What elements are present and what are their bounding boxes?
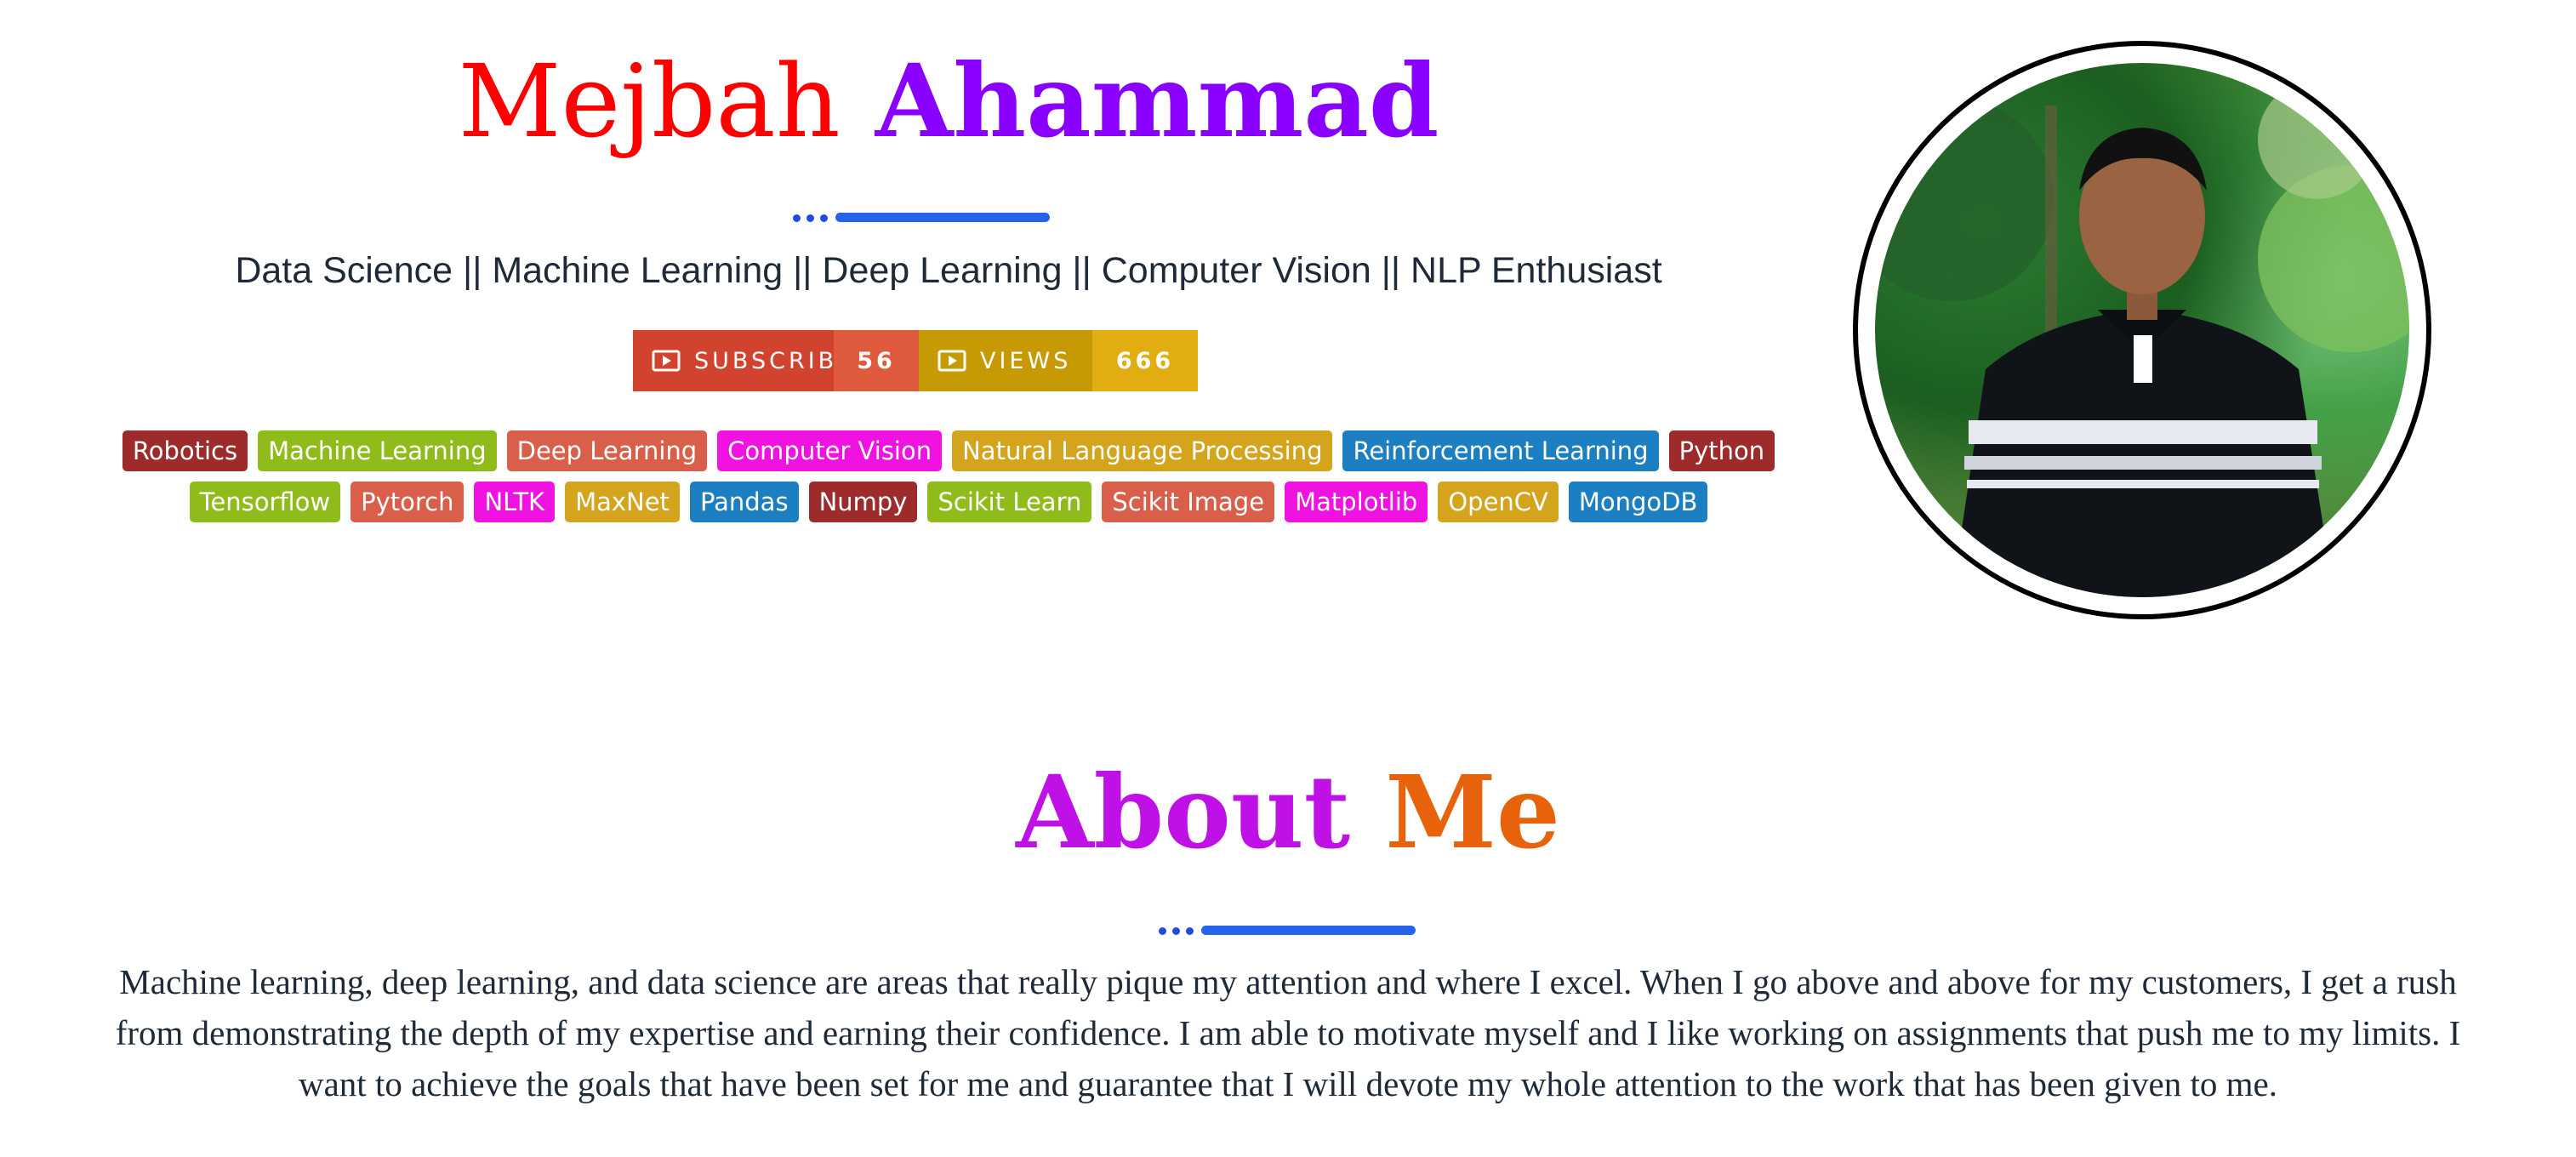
about-heading-second: Me	[1385, 753, 1560, 871]
skill-tag[interactable]: Tensorflow	[189, 482, 341, 522]
skill-tag[interactable]: Computer Vision	[717, 430, 943, 471]
skill-tag[interactable]: Reinforcement Learning	[1342, 430, 1659, 471]
skill-tag[interactable]: Pandas	[689, 482, 799, 522]
subscribe-label: SUBSCRIBE	[694, 347, 856, 374]
skill-tag[interactable]: Scikit Image	[1102, 482, 1275, 522]
person-illustration	[1875, 80, 2409, 597]
about-paragraph: Machine learning, deep learning, and dat…	[115, 962, 2461, 1103]
views-label: VIEWS	[980, 347, 1072, 374]
first-name: Mejbah	[458, 43, 841, 160]
skill-tags: Robotics Machine Learning Deep Learning Com…	[85, 430, 1812, 522]
divider-dot	[1186, 927, 1194, 935]
skill-tag[interactable]: MaxNet	[565, 482, 680, 522]
play-icon	[938, 350, 966, 372]
play-icon	[652, 350, 681, 372]
subscribe-badge[interactable]: SUBSCRIBE 56	[633, 330, 919, 391]
profile-name: Mejbah Ahammad	[0, 37, 1897, 165]
divider-dot	[793, 214, 801, 222]
about-heading-first: About	[1016, 753, 1351, 871]
tagline: Data Science || Machine Learning || Deep…	[235, 250, 1662, 291]
skill-tag[interactable]: Natural Language Processing	[952, 430, 1333, 471]
skill-tag[interactable]: Numpy	[808, 482, 918, 522]
skill-tag[interactable]: NLTK	[474, 482, 556, 522]
skill-tag[interactable]: Machine Learning	[258, 430, 497, 471]
name-divider	[793, 213, 1065, 223]
divider-dot	[806, 214, 814, 222]
skill-tag[interactable]: Python	[1668, 430, 1775, 471]
skill-tag[interactable]: Robotics	[122, 430, 248, 471]
subscribe-count: 56	[834, 330, 919, 391]
about-divider	[1159, 926, 1431, 936]
profile-photo	[1875, 63, 2409, 597]
skill-tag[interactable]: MongoDB	[1568, 482, 1708, 522]
skill-tag[interactable]: Matplotlib	[1285, 482, 1428, 522]
hero-section: Mejbah Ahammad Data Science || Machine L…	[0, 0, 2576, 647]
divider-bar	[835, 213, 1050, 222]
divider-bar	[1201, 926, 1416, 935]
stats-badges: SUBSCRIBE 56 VIEWS 666	[633, 330, 1198, 391]
views-count: 666	[1092, 330, 1198, 391]
profile-photo-frame	[1853, 41, 2431, 619]
divider-dot	[1159, 927, 1166, 935]
skill-tag[interactable]: OpenCV	[1438, 482, 1559, 522]
last-name: Ahammad	[875, 42, 1439, 160]
subscribe-badge-label-box: SUBSCRIBE	[633, 330, 852, 391]
skill-tag[interactable]: Deep Learning	[506, 430, 708, 471]
skill-tag[interactable]: Scikit Learn	[927, 482, 1092, 522]
divider-dot	[820, 214, 828, 222]
about-heading: About Me	[0, 749, 2576, 876]
skill-tag[interactable]: Pytorch	[350, 482, 464, 522]
views-badge[interactable]: VIEWS 666	[919, 330, 1198, 391]
views-badge-label-box: VIEWS	[919, 330, 1092, 391]
hero-content: Mejbah Ahammad Data Science || Machine L…	[0, 0, 1897, 647]
divider-dot	[1172, 927, 1180, 935]
